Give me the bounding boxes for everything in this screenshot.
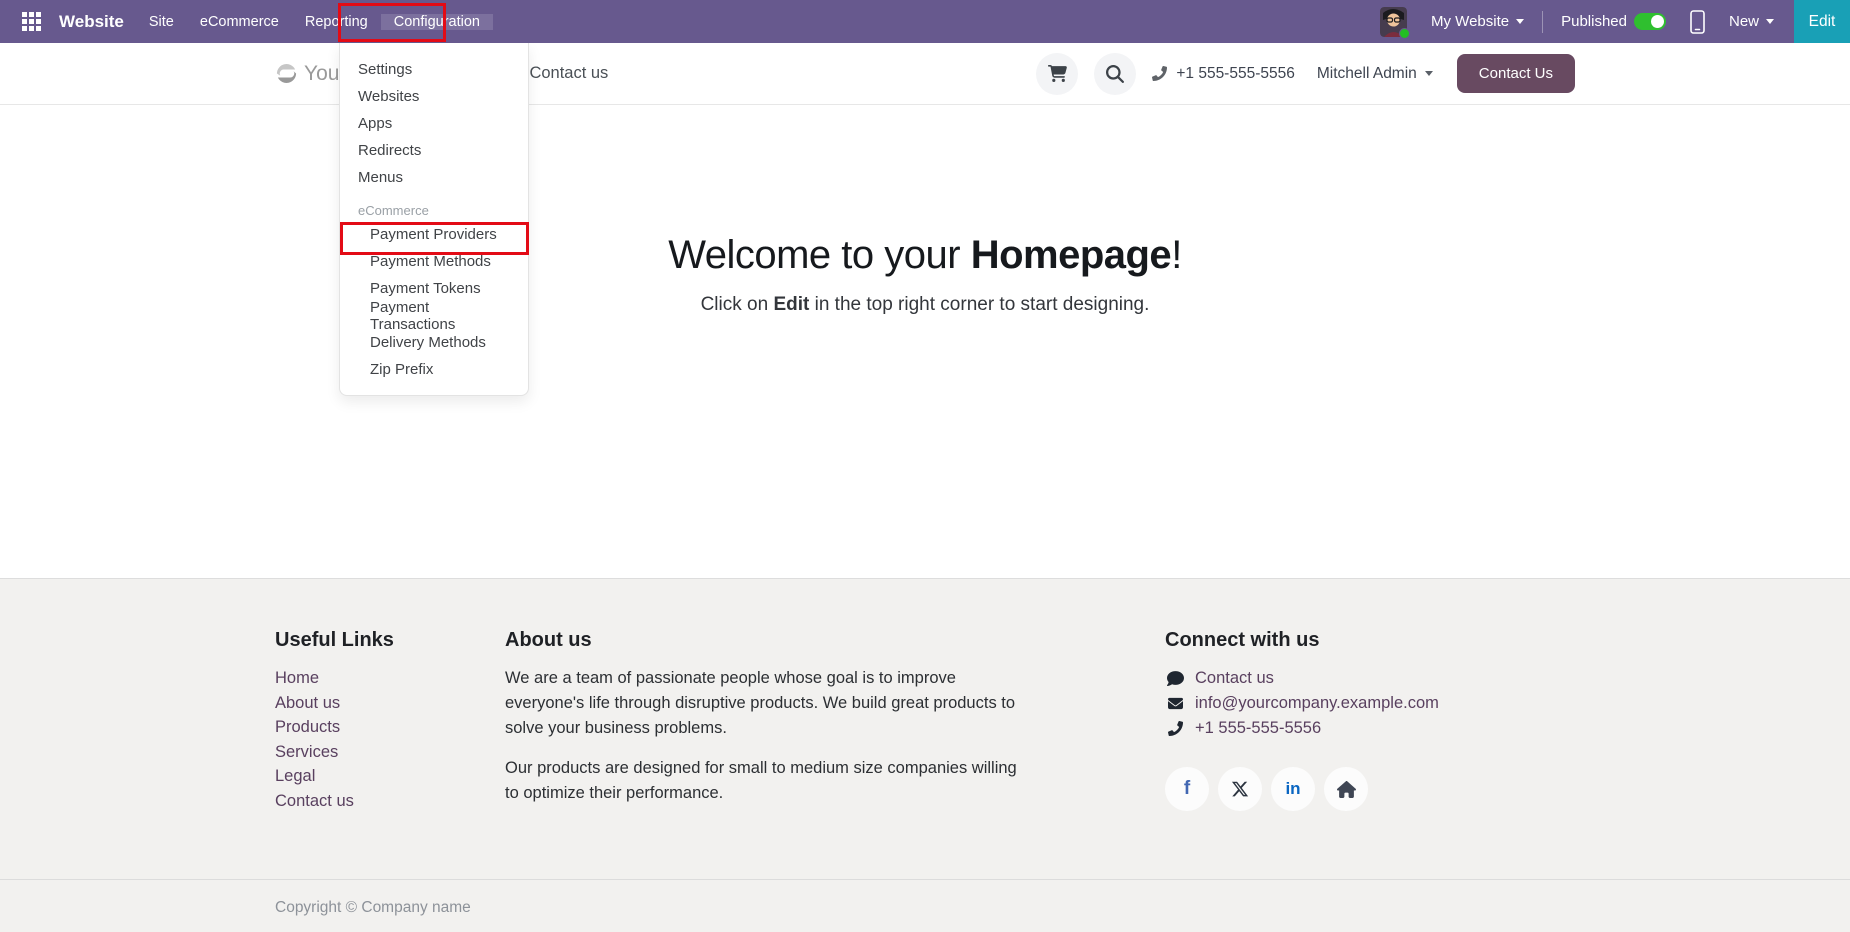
nav-site[interactable]: Site [136,14,187,30]
footer-connect-column: Connect with us Contact us info@yourcomp… [1165,629,1575,821]
chevron-down-icon [1516,19,1524,24]
configuration-dropdown-menu: Settings Websites Apps Redirects Menus e… [339,43,529,396]
hero-section: Welcome to your Homepage! Click on Edit … [0,105,1850,316]
facebook-icon: f [1184,778,1190,800]
navbar-left: Website Site eCommerce Reporting Configu… [0,0,493,43]
edit-button[interactable]: Edit [1794,0,1850,43]
apps-menu-button[interactable] [16,12,47,31]
chevron-down-icon [1425,71,1433,76]
menu-item-menus[interactable]: Menus [340,164,528,191]
user-account-dropdown[interactable]: Mitchell Admin [1317,65,1433,83]
footer-link-services[interactable]: Services [275,740,505,765]
new-dropdown[interactable]: New [1719,13,1784,30]
about-paragraph-1: We are a team of passionate people whose… [505,666,1030,741]
header-phone-link[interactable]: +1 555-555-5556 [1152,65,1295,83]
nav-ecommerce[interactable]: eCommerce [187,14,292,30]
chat-bubble-icon [1165,670,1185,687]
social-links: f in [1165,767,1575,811]
footer-link-about-us[interactable]: About us [275,691,505,716]
my-website-dropdown[interactable]: My Website [1421,13,1534,30]
copyright-bar: Copyright © Company name [0,879,1850,917]
footer-column-title: Useful Links [275,629,505,652]
footer-useful-links-column: Useful Links Home About us Products Serv… [275,629,505,821]
x-twitter-button[interactable] [1218,767,1262,811]
user-avatar[interactable] [1380,7,1407,37]
search-button[interactable] [1094,53,1136,95]
menu-item-payment-methods[interactable]: Payment Methods [340,248,528,275]
envelope-icon [1165,696,1185,711]
menu-item-settings[interactable]: Settings [340,56,528,83]
footer-link-products[interactable]: Products [275,715,505,740]
divider [1542,11,1543,33]
apps-grid-icon [22,12,41,31]
footer-contact-link[interactable]: Contact us [1165,666,1575,691]
published-label: Published [1561,13,1627,30]
site-header: You Contact us +1 55 [0,43,1850,105]
linkedin-button[interactable]: in [1271,767,1315,811]
header-phone-number: +1 555-555-5556 [1176,65,1295,83]
menu-item-redirects[interactable]: Redirects [340,137,528,164]
menu-item-payment-transactions[interactable]: Payment Transactions [340,302,528,329]
app-brand-website[interactable]: Website [47,12,136,32]
published-toggle[interactable] [1634,13,1666,30]
mobile-phone-icon [1690,10,1705,34]
published-toggle-group: Published [1551,13,1676,30]
logo-text: You [304,62,339,86]
about-paragraph-2: Our products are designed for small to m… [505,756,1030,806]
phone-icon [1152,66,1167,81]
linkedin-icon: in [1285,779,1300,799]
home-button[interactable] [1324,767,1368,811]
online-status-dot [1399,28,1410,39]
menu-item-payment-providers[interactable]: Payment Providers [340,221,528,248]
search-icon [1106,65,1124,83]
cart-button[interactable] [1036,53,1078,95]
menu-item-websites[interactable]: Websites [340,83,528,110]
page: Website Site eCommerce Reporting Configu… [0,0,1850,932]
page-title: Welcome to your Homepage! [0,233,1850,278]
chevron-down-icon [1766,19,1774,24]
menu-item-zip-prefix[interactable]: Zip Prefix [340,356,528,383]
cart-icon [1048,65,1067,82]
menu-section-ecommerce: eCommerce [340,199,528,221]
nav-configuration[interactable]: Configuration [381,14,493,30]
x-twitter-icon [1231,780,1249,798]
footer-link-legal[interactable]: Legal [275,764,505,789]
home-icon [1337,781,1356,798]
phone-icon [1165,721,1185,736]
nav-reporting[interactable]: Reporting [292,14,381,30]
menu-item-delivery-methods[interactable]: Delivery Methods [340,329,528,356]
facebook-button[interactable]: f [1165,767,1209,811]
footer-link-home[interactable]: Home [275,666,505,691]
navbar-right: My Website Published New Edit [1380,0,1850,43]
header-menu-contact-us[interactable]: Contact us [529,64,608,83]
page-subtitle: Click on Edit in the top right corner to… [0,294,1850,316]
footer-phone-link[interactable]: +1 555-555-5556 [1165,716,1575,741]
copyright-text: Copyright © Company name [275,880,1575,917]
top-navbar: Website Site eCommerce Reporting Configu… [0,0,1850,43]
logo-sphere-icon [275,62,298,85]
footer-link-contact-us[interactable]: Contact us [275,789,505,814]
company-logo[interactable]: You [275,62,339,86]
contact-us-button[interactable]: Contact Us [1457,54,1575,93]
footer-column-title: About us [505,629,1165,652]
footer-column-title: Connect with us [1165,629,1575,652]
footer-about-column: About us We are a team of passionate peo… [505,629,1165,821]
menu-item-apps[interactable]: Apps [340,110,528,137]
mobile-preview-button[interactable] [1690,10,1705,34]
footer-email-link[interactable]: info@yourcompany.example.com [1165,691,1575,716]
site-footer: Useful Links Home About us Products Serv… [0,578,1850,932]
